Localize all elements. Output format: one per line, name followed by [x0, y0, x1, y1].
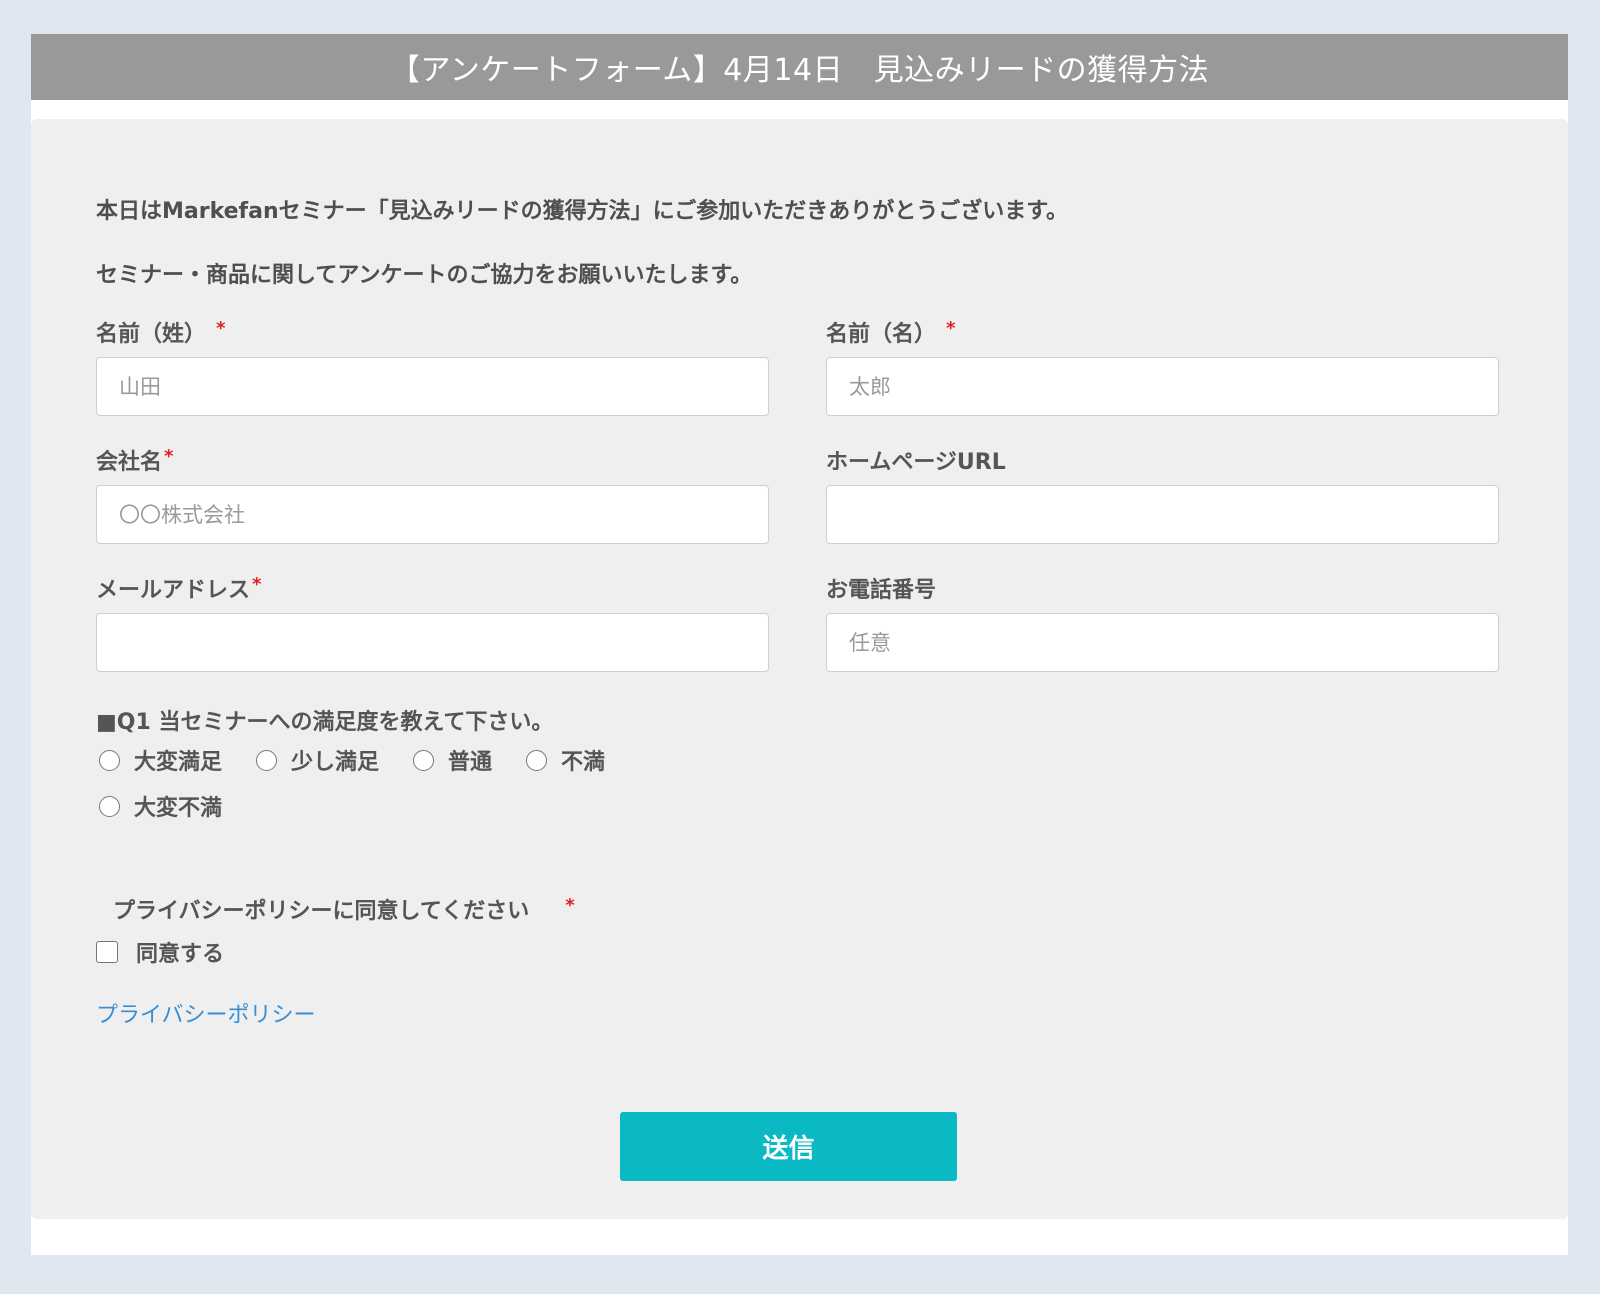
required-mark: * — [216, 317, 226, 339]
company-input[interactable] — [96, 485, 769, 544]
first-name-label-text: 名前（名） — [826, 322, 937, 347]
homepage-label: ホームページURL — [826, 445, 1499, 475]
radio-option-very-satisfied[interactable]: 大変満足 — [99, 747, 223, 775]
required-mark: * — [565, 894, 575, 916]
agree-label: 同意する — [136, 942, 225, 967]
q1-radio-group: 大変満足 少し満足 普通 不満 大変不満 — [99, 747, 699, 821]
radio-option-very-dissatisfied[interactable]: 大変不満 — [99, 793, 223, 821]
agree-checkbox-option[interactable]: 同意する — [96, 936, 224, 968]
company-label-text: 会社名 — [96, 450, 163, 475]
radio-label: 大変満足 — [134, 750, 223, 775]
form-header: 【アンケートフォーム】4月14日 見込みリードの獲得方法 — [31, 34, 1568, 100]
intro-text-1: 本日はMarkefanセミナー「見込みリードの獲得方法」にご参加いただきありがと… — [96, 199, 1068, 224]
phone-field-group: お電話番号 — [826, 573, 1499, 672]
homepage-label-text: ホームページURL — [826, 450, 1006, 475]
radio-button-icon[interactable] — [256, 749, 278, 771]
email-input[interactable] — [96, 613, 769, 672]
privacy-consent-title: プライバシーポリシーに同意してください * — [113, 893, 575, 925]
email-field-group: メールアドレス * — [96, 573, 769, 672]
email-label-text: メールアドレス — [96, 578, 251, 603]
email-label: メールアドレス * — [96, 573, 769, 604]
first-name-input[interactable] — [826, 357, 1499, 416]
radio-button-icon[interactable] — [526, 749, 548, 771]
last-name-label-text: 名前（姓） — [96, 322, 207, 347]
homepage-url-input[interactable] — [826, 485, 1499, 544]
company-field-group: 会社名 * — [96, 445, 769, 544]
radio-label: 普通 — [448, 750, 493, 775]
radio-option-somewhat-satisfied[interactable]: 少し満足 — [256, 747, 380, 775]
radio-option-dissatisfied[interactable]: 不満 — [526, 747, 606, 775]
required-mark: * — [252, 573, 262, 595]
privacy-policy-link[interactable]: プライバシーポリシー — [96, 997, 316, 1029]
radio-button-icon[interactable] — [99, 749, 120, 771]
company-label: 会社名 * — [96, 445, 769, 476]
radio-label: 大変不満 — [134, 796, 223, 821]
last-name-field-group: 名前（姓） * — [96, 317, 769, 416]
first-name-field-group: 名前（名） * — [826, 317, 1499, 416]
phone-input[interactable] — [826, 613, 1499, 672]
agree-checkbox[interactable] — [96, 941, 118, 963]
form-panel: 本日はMarkefanセミナー「見込みリードの獲得方法」にご参加いただきありがと… — [31, 119, 1568, 1219]
radio-label: 不満 — [561, 750, 606, 775]
radio-button-icon[interactable] — [413, 749, 435, 771]
phone-label: お電話番号 — [826, 573, 1499, 603]
radio-option-neutral[interactable]: 普通 — [413, 747, 493, 775]
form-container: 【アンケートフォーム】4月14日 見込みリードの獲得方法 本日はMarkefan… — [31, 34, 1568, 1255]
form-title: 【アンケートフォーム】4月14日 見込みリードの獲得方法 — [389, 53, 1210, 88]
radio-label: 少し満足 — [291, 750, 380, 775]
homepage-field-group: ホームページURL — [826, 445, 1499, 544]
q1-question: ■Q1 当セミナーへの満足度を教えて下さい。 — [96, 710, 554, 735]
intro-text-2: セミナー・商品に関してアンケートのご協力をお願いいたします。 — [96, 263, 753, 288]
radio-button-icon[interactable] — [99, 795, 120, 817]
last-name-input[interactable] — [96, 357, 769, 416]
last-name-label: 名前（姓） * — [96, 317, 769, 348]
privacy-consent-title-text: プライバシーポリシーに同意してください — [113, 899, 530, 924]
phone-label-text: お電話番号 — [826, 578, 937, 603]
submit-button[interactable]: 送信 — [620, 1112, 957, 1181]
required-mark: * — [946, 317, 956, 339]
required-mark: * — [164, 445, 174, 467]
first-name-label: 名前（名） * — [826, 317, 1499, 348]
